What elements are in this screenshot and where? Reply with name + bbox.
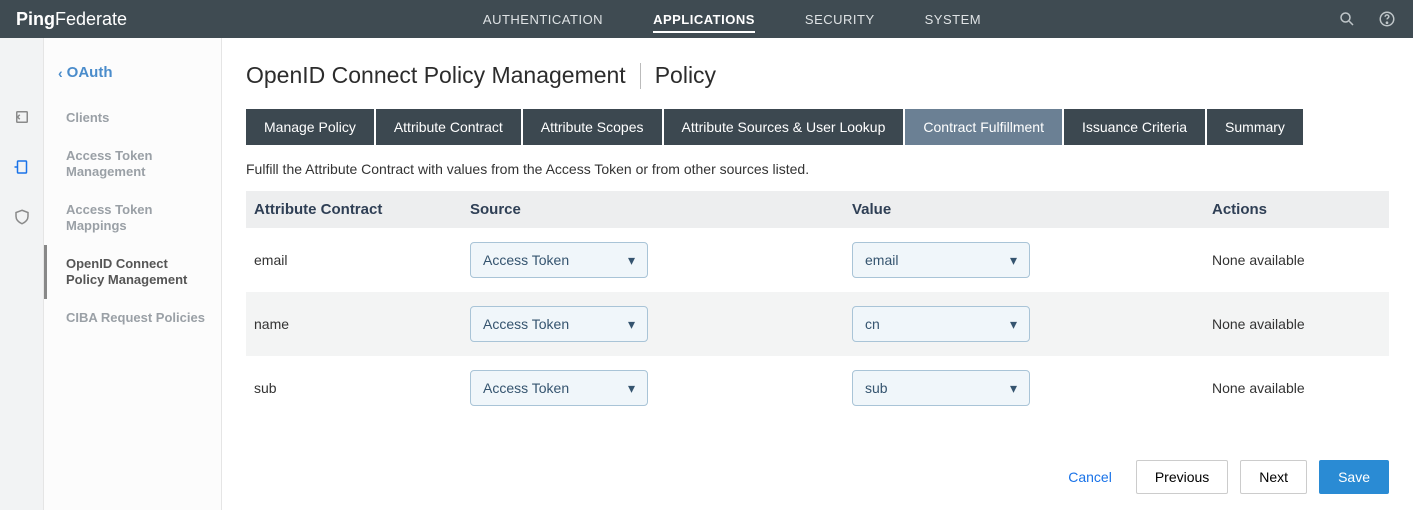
row2-actions: None available [1212, 380, 1381, 396]
table-row: email Access Token ▾ email ▾ None availa… [246, 228, 1389, 292]
topnav-security[interactable]: SECURITY [805, 2, 875, 37]
save-button[interactable]: Save [1319, 460, 1389, 494]
row1-source-value: Access Token [483, 316, 569, 332]
topnav-authentication[interactable]: AUTHENTICATION [483, 2, 603, 37]
topbar-icons [1337, 9, 1397, 29]
chevron-left-icon: ‹ [58, 65, 63, 81]
sidebar-back[interactable]: ‹ OAuth [44, 58, 221, 99]
page-title: OpenID Connect Policy Management Policy [246, 62, 1389, 89]
sidebar-item-clients[interactable]: Clients [44, 99, 221, 137]
row1-actions: None available [1212, 316, 1381, 332]
row2-source-value: Access Token [483, 380, 569, 396]
sidebar-item-atmap[interactable]: Access Token Mappings [44, 191, 221, 245]
sidebar-back-label: OAuth [67, 64, 113, 81]
icon-rail [0, 38, 44, 510]
title-divider [640, 63, 641, 89]
row1-ac: name [254, 316, 470, 332]
chevron-down-icon: ▾ [628, 252, 635, 269]
chevron-down-icon: ▾ [1010, 316, 1017, 333]
topnav-applications[interactable]: APPLICATIONS [653, 2, 755, 37]
row1-value-select[interactable]: cn ▾ [852, 306, 1030, 342]
fulfillment-grid: Attribute Contract Source Value Actions … [246, 191, 1389, 420]
row2-source-select[interactable]: Access Token ▾ [470, 370, 648, 406]
chevron-down-icon: ▾ [628, 316, 635, 333]
chevron-down-icon: ▾ [1010, 380, 1017, 397]
search-icon[interactable] [1337, 9, 1357, 29]
sidebar-item-ciba[interactable]: CIBA Request Policies [44, 299, 221, 337]
row0-source-value: Access Token [483, 252, 569, 268]
topbar: PingFederate AUTHENTICATION APPLICATIONS… [0, 0, 1413, 38]
topnav: AUTHENTICATION APPLICATIONS SECURITY SYS… [127, 2, 1337, 37]
chevron-down-icon: ▾ [1010, 252, 1017, 269]
tab-attribute-scopes[interactable]: Attribute Scopes [523, 109, 662, 145]
row0-actions: None available [1212, 252, 1381, 268]
sidebar-item-atm[interactable]: Access Token Management [44, 137, 221, 191]
tab-attribute-contract[interactable]: Attribute Contract [376, 109, 521, 145]
tab-summary[interactable]: Summary [1207, 109, 1303, 145]
cancel-link[interactable]: Cancel [1068, 469, 1112, 485]
row0-value-value: email [865, 252, 898, 268]
tabs: Manage Policy Attribute Contract Attribu… [246, 109, 1389, 145]
row0-ac: email [254, 252, 470, 268]
row0-value-select[interactable]: email ▾ [852, 242, 1030, 278]
rail-icon-3[interactable] [13, 208, 31, 226]
row2-value-select[interactable]: sub ▾ [852, 370, 1030, 406]
col-header-val: Value [852, 201, 1212, 218]
grid-header: Attribute Contract Source Value Actions [246, 191, 1389, 228]
col-header-src: Source [470, 201, 852, 218]
page-title-sub: Policy [655, 62, 716, 89]
main-content: OpenID Connect Policy Management Policy … [222, 38, 1413, 510]
instruction-text: Fulfill the Attribute Contract with valu… [246, 161, 1389, 177]
table-row: name Access Token ▾ cn ▾ None available [246, 292, 1389, 356]
previous-button[interactable]: Previous [1136, 460, 1228, 494]
rail-icon-2[interactable] [13, 158, 31, 176]
row1-value-value: cn [865, 316, 880, 332]
row0-source-select[interactable]: Access Token ▾ [470, 242, 648, 278]
col-header-act: Actions [1212, 201, 1381, 218]
tab-attr-sources[interactable]: Attribute Sources & User Lookup [664, 109, 904, 145]
page-title-main: OpenID Connect Policy Management [246, 62, 626, 89]
topnav-system[interactable]: SYSTEM [925, 2, 981, 37]
tab-issuance-criteria[interactable]: Issuance Criteria [1064, 109, 1205, 145]
help-icon[interactable] [1377, 9, 1397, 29]
brand-part2: Federate [55, 9, 127, 30]
row2-value-value: sub [865, 380, 888, 396]
col-header-ac: Attribute Contract [254, 201, 470, 218]
row2-ac: sub [254, 380, 470, 396]
sidebar: ‹ OAuth Clients Access Token Management … [44, 38, 222, 510]
app-body: ‹ OAuth Clients Access Token Management … [0, 38, 1413, 510]
sidebar-item-oidc[interactable]: OpenID Connect Policy Management [44, 245, 221, 299]
row1-source-select[interactable]: Access Token ▾ [470, 306, 648, 342]
brand-part1: Ping [16, 9, 55, 30]
tab-manage-policy[interactable]: Manage Policy [246, 109, 374, 145]
tab-contract-fulfillment[interactable]: Contract Fulfillment [905, 109, 1062, 145]
chevron-down-icon: ▾ [628, 380, 635, 397]
table-row: sub Access Token ▾ sub ▾ None available [246, 356, 1389, 420]
rail-icon-1[interactable] [13, 108, 31, 126]
footer-actions: Cancel Previous Next Save [222, 440, 1413, 510]
next-button[interactable]: Next [1240, 460, 1307, 494]
brand-logo: PingFederate [16, 9, 127, 30]
